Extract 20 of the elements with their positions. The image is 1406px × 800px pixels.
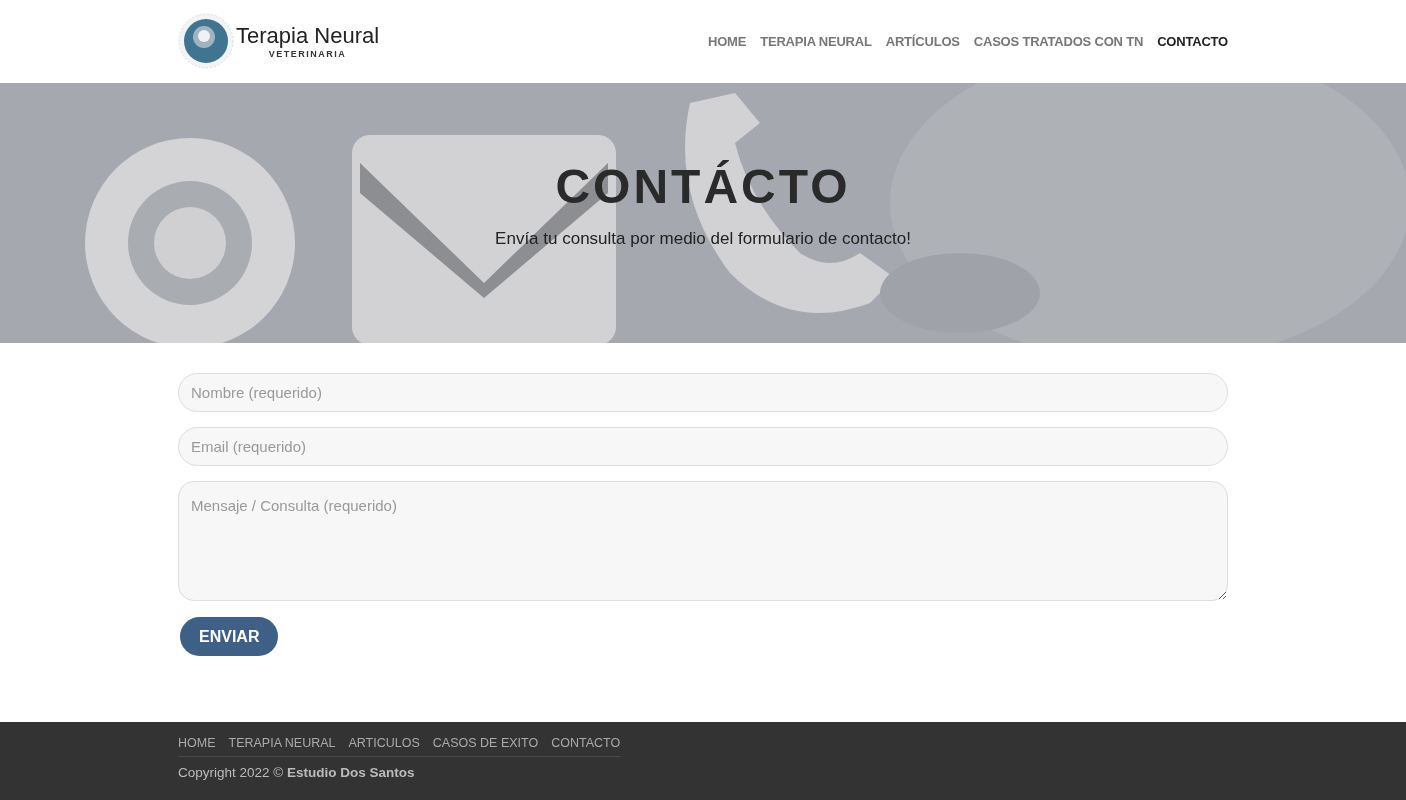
footer-link[interactable]: ARTICULOS [348, 736, 420, 750]
logo-icon [178, 12, 234, 69]
nav-link[interactable]: TERAPIA NEURAL [760, 34, 872, 49]
copyright-text: Copyright 2022 © Estudio Dos Santos [178, 765, 416, 780]
logo-subtitle: VETERINARIA [268, 48, 347, 59]
logo-title: Terapia Neural [236, 22, 380, 49]
nav-link[interactable]: CASOS TRATADOS CON TN [973, 34, 1144, 49]
input-field[interactable]: Nombre (requerido) [178, 373, 1228, 412]
nav-link[interactable]: CONTACTO [1157, 34, 1228, 49]
nav-link[interactable]: HOME [707, 34, 747, 49]
footer-link[interactable]: TERAPIA NEURAL [228, 736, 336, 750]
footer-link[interactable]: HOME [178, 736, 216, 750]
message-field[interactable]: Mensaje / Consulta (requerido) [178, 481, 1228, 601]
input-field[interactable]: Email (requerido) [178, 427, 1228, 466]
page-title: CONTÁCTO [555, 159, 851, 215]
footer-link[interactable]: CASOS DE EXITO [432, 736, 539, 750]
footer-link[interactable]: CONTACTO [551, 736, 621, 750]
nav-link[interactable]: ARTÍCULOS [885, 34, 960, 49]
submit-button[interactable]: ENVIAR [180, 617, 279, 656]
page-subtitle: Envía tu consulta por medio del formulario de contacto! [495, 229, 911, 249]
